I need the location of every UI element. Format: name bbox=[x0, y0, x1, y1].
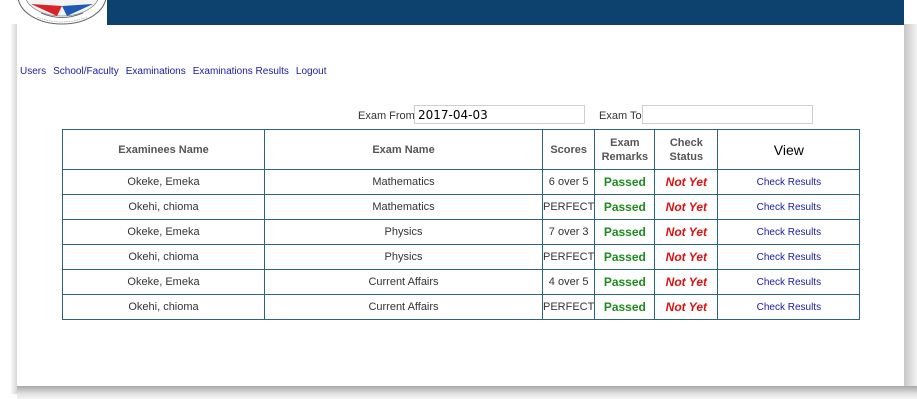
nav-examinations-results-link[interactable]: Examinations Results bbox=[193, 66, 289, 77]
check-results-link[interactable]: Check Results bbox=[757, 227, 821, 238]
exam-remark-cell: Passed bbox=[594, 219, 656, 245]
column-header-examinee: Examinees Name bbox=[62, 129, 265, 170]
score-cell: PERFECT bbox=[541, 244, 596, 270]
exam-to-input[interactable] bbox=[642, 105, 813, 124]
exam-name-cell: Mathematics bbox=[264, 169, 543, 195]
check-status-cell: Not Yet bbox=[654, 269, 719, 295]
score-cell: 4 over 5 bbox=[541, 269, 596, 295]
exam-name-cell: Physics bbox=[264, 219, 543, 245]
exam-remark-cell: Passed bbox=[594, 169, 656, 195]
score-cell: 7 over 3 bbox=[541, 219, 596, 245]
nav-logout-link[interactable]: Logout bbox=[296, 66, 327, 77]
table-row: Okeke, Emeka Current Affairs 4 over 5 Pa… bbox=[62, 269, 861, 295]
table-row: Okeke, Emeka Mathematics 6 over 5 Passed… bbox=[62, 169, 861, 195]
view-cell: Check Results bbox=[717, 269, 861, 295]
table-header-row: Examinees Name Exam Name Scores Exam Rem… bbox=[62, 129, 861, 170]
exam-remark-cell: Passed bbox=[594, 269, 656, 295]
exam-remark-cell: Passed bbox=[594, 244, 656, 270]
left-shadow bbox=[10, 24, 17, 394]
column-header-exam-name: Exam Name bbox=[264, 129, 543, 170]
column-header-check-status: Check Status bbox=[654, 129, 719, 170]
check-results-link[interactable]: Check Results bbox=[757, 277, 821, 288]
check-status-cell: Not Yet bbox=[654, 294, 719, 320]
score-cell: PERFECT bbox=[541, 294, 596, 320]
column-header-view: View bbox=[717, 129, 861, 170]
score-cell: 6 over 5 bbox=[541, 169, 596, 195]
bottom-shadow bbox=[17, 386, 917, 399]
table-row: Okeke, Emeka Physics 7 over 3 Passed Not… bbox=[62, 219, 861, 245]
results-table: Examinees Name Exam Name Scores Exam Rem… bbox=[62, 129, 861, 320]
check-status-header-line2: Status bbox=[669, 150, 704, 163]
score-cell: PERFECT bbox=[541, 194, 596, 220]
examinee-name-cell: Okehi, chioma bbox=[62, 294, 265, 320]
check-status-cell: Not Yet bbox=[654, 219, 719, 245]
examinee-name-cell: Okehi, chioma bbox=[62, 194, 265, 220]
exam-name-cell: Current Affairs bbox=[264, 294, 543, 320]
exam-to-label: Exam To bbox=[599, 110, 642, 122]
exam-name-cell: Physics bbox=[264, 244, 543, 270]
exam-name-cell: Mathematics bbox=[264, 194, 543, 220]
check-results-link[interactable]: Check Results bbox=[757, 252, 821, 263]
exam-remarks-header-line1: Exam bbox=[610, 136, 640, 149]
examinee-name-cell: Okeke, Emeka bbox=[62, 169, 265, 195]
nav-users-link[interactable]: Users bbox=[20, 66, 46, 77]
exam-from-input[interactable] bbox=[414, 105, 585, 124]
table-row: Okehi, chioma Current Affairs PERFECT Pa… bbox=[62, 294, 861, 320]
page: Users School/Faculty Examinations Examinati… bbox=[0, 0, 917, 399]
right-shadow bbox=[904, 24, 917, 399]
exam-remarks-header-line2: Remarks bbox=[601, 150, 649, 163]
view-cell: Check Results bbox=[717, 244, 861, 270]
header-bar bbox=[17, 0, 904, 25]
table-row: Okehi, chioma Physics PERFECT Passed Not… bbox=[62, 244, 861, 270]
table-row: Okehi, chioma Mathematics PERFECT Passed… bbox=[62, 194, 861, 220]
exam-remark-cell: Passed bbox=[594, 294, 656, 320]
view-cell: Check Results bbox=[717, 169, 861, 195]
main-nav: Users School/Faculty Examinations Examinati… bbox=[20, 66, 334, 77]
check-status-cell: Not Yet bbox=[654, 169, 719, 195]
check-status-cell: Not Yet bbox=[654, 194, 719, 220]
exam-remark-cell: Passed bbox=[594, 194, 656, 220]
check-status-cell: Not Yet bbox=[654, 244, 719, 270]
nav-school-faculty-link[interactable]: School/Faculty bbox=[53, 66, 119, 77]
view-cell: Check Results bbox=[717, 194, 861, 220]
column-header-exam-remarks: Exam Remarks bbox=[594, 129, 656, 170]
view-cell: Check Results bbox=[717, 294, 861, 320]
examinee-name-cell: Okeke, Emeka bbox=[62, 219, 265, 245]
check-results-link[interactable]: Check Results bbox=[757, 302, 821, 313]
check-results-link[interactable]: Check Results bbox=[757, 202, 821, 213]
exam-from-label: Exam From bbox=[358, 110, 415, 122]
examinee-name-cell: Okehi, chioma bbox=[62, 244, 265, 270]
view-cell: Check Results bbox=[717, 219, 861, 245]
exam-name-cell: Current Affairs bbox=[264, 269, 543, 295]
examinee-name-cell: Okeke, Emeka bbox=[62, 269, 265, 295]
nav-examinations-link[interactable]: Examinations bbox=[126, 66, 186, 77]
check-results-link[interactable]: Check Results bbox=[757, 177, 821, 188]
check-status-header-line1: Check bbox=[669, 136, 703, 149]
university-seal-logo bbox=[17, 0, 107, 25]
column-header-scores: Scores bbox=[541, 129, 596, 170]
